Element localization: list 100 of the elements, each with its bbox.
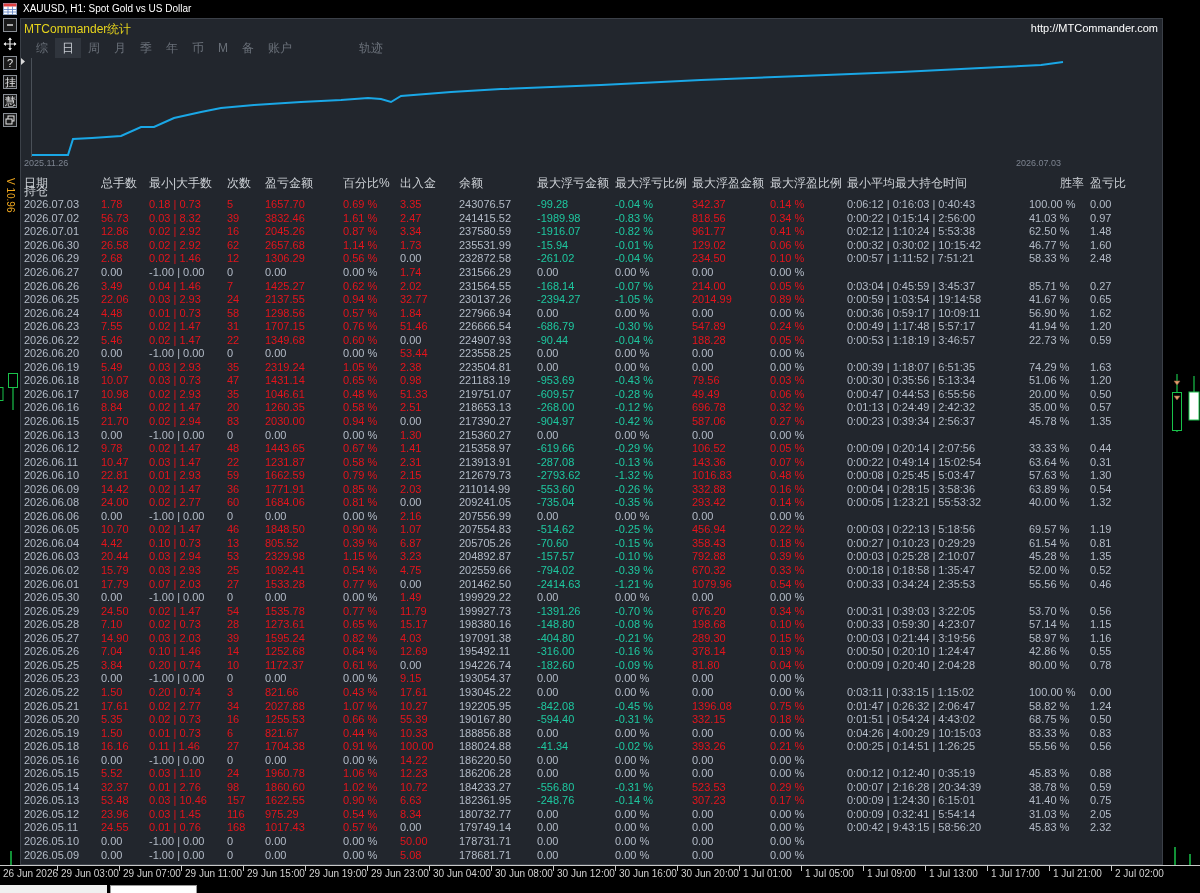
table-cell: 24.55 bbox=[101, 821, 129, 835]
table-cell: 0.44 % bbox=[343, 726, 378, 740]
table-cell: 219751.07 bbox=[459, 387, 511, 401]
table-cell: 0.00 bbox=[101, 347, 123, 361]
table-cell: 16 bbox=[227, 713, 240, 727]
table-cell: 1431.14 bbox=[265, 374, 305, 388]
window-tab[interactable] bbox=[110, 885, 197, 893]
website-link[interactable]: http://MTCommander.com bbox=[1030, 23, 1158, 34]
table-cell: 49.49 bbox=[692, 387, 720, 401]
table-cell: 0 bbox=[227, 591, 234, 605]
table-cell: 0.52 bbox=[1090, 564, 1112, 578]
table-cell: 0.31 bbox=[1090, 455, 1112, 469]
table-cell: 9.15 bbox=[400, 672, 422, 686]
table-cell: 2.03 bbox=[400, 482, 422, 496]
table-cell: -1.00 | 0.00 bbox=[149, 266, 205, 279]
tab[interactable]: 综 bbox=[29, 38, 55, 58]
tab[interactable]: 账户 bbox=[261, 38, 299, 58]
table-cell: 0:00:30 | 0:35:56 | 5:13:34 bbox=[847, 374, 976, 388]
tab[interactable]: 月 bbox=[107, 38, 133, 58]
table-cell: 0:00:42 | 9:43:15 | 58:56:20 bbox=[847, 821, 982, 835]
table-cell: 100.00 % bbox=[1029, 685, 1076, 699]
toolbar-button[interactable]: ? bbox=[3, 56, 17, 70]
table-cell: -953.69 bbox=[537, 374, 575, 388]
column-header: 盈亏比 bbox=[1090, 176, 1126, 190]
table-cell: 0.00 % bbox=[770, 753, 805, 767]
table-cell: 45.83 % bbox=[1029, 767, 1070, 781]
table-cell: 27 bbox=[227, 740, 240, 754]
minus-icon[interactable] bbox=[3, 18, 17, 32]
toolbar-button[interactable]: 挂 bbox=[3, 75, 17, 89]
tab[interactable]: 年 bbox=[159, 38, 185, 58]
table-cell: 0.00 % bbox=[343, 848, 378, 862]
table-cell: 0.03 | 2.93 bbox=[149, 360, 201, 374]
table-cell: 231564.55 bbox=[459, 279, 511, 293]
table-cell: 792.88 bbox=[692, 550, 726, 564]
table-cell: -1.00 | 0.00 bbox=[149, 347, 205, 361]
table-cell: 202559.66 bbox=[459, 564, 511, 578]
table-cell: 178731.71 bbox=[459, 834, 511, 848]
table-cell: 0.00 bbox=[101, 509, 123, 523]
table-cell: 0.19 % bbox=[770, 645, 805, 659]
restore-window-icon[interactable] bbox=[3, 113, 17, 127]
table-cell: 1.06 % bbox=[343, 767, 378, 781]
tab[interactable]: M bbox=[211, 38, 235, 58]
table-cell: 0.64 % bbox=[343, 645, 378, 659]
move-arrows-icon[interactable] bbox=[3, 37, 17, 51]
table-cell: 56.90 % bbox=[1029, 306, 1070, 320]
tab[interactable]: 币 bbox=[185, 38, 211, 58]
table-cell: 0.00 bbox=[400, 333, 422, 347]
table-cell: 1.41 bbox=[400, 442, 422, 456]
table-cell: 2026.05.29 bbox=[24, 604, 80, 618]
table-cell: 0.17 % bbox=[770, 794, 805, 808]
tab[interactable]: 日 bbox=[55, 38, 81, 58]
tab[interactable]: 备 bbox=[235, 38, 261, 58]
table-cell: 7 bbox=[227, 279, 234, 293]
table-cell: 2026.05.18 bbox=[24, 740, 80, 754]
table-cell: 28 bbox=[227, 618, 240, 632]
table-cell: 21.70 bbox=[101, 415, 129, 428]
table-cell: 2026.06.27 bbox=[24, 266, 80, 279]
table-cell: 2026.06.24 bbox=[24, 306, 80, 320]
table-cell: 1.15 bbox=[1090, 618, 1112, 632]
table-cell: 2.05 bbox=[1090, 807, 1112, 821]
table-cell: 2026.06.15 bbox=[24, 415, 80, 428]
table-cell: 33.33 % bbox=[1029, 442, 1070, 456]
table-cell: -0.12 % bbox=[615, 401, 653, 415]
table-cell: 0.03 | 2.03 bbox=[149, 631, 201, 645]
table-cell: 1.07 % bbox=[343, 699, 378, 713]
table-cell: -556.80 bbox=[537, 780, 575, 794]
table-cell: 22 bbox=[227, 455, 240, 469]
table-cell: 0.90 % bbox=[343, 523, 378, 537]
table-cell: 58.33 % bbox=[1029, 252, 1070, 266]
table-cell: 293.42 bbox=[692, 496, 726, 510]
tab[interactable]: 轨迹 bbox=[352, 38, 390, 58]
table-cell: 2026.06.29 bbox=[24, 252, 80, 266]
tab[interactable]: 季 bbox=[133, 38, 159, 58]
table-cell: 1092.41 bbox=[265, 564, 305, 578]
table-cell: 0.60 % bbox=[343, 333, 378, 347]
toolbar-button[interactable]: 慧 bbox=[3, 94, 17, 108]
table-cell: 12.86 bbox=[101, 225, 129, 239]
table-cell: 2319.24 bbox=[265, 360, 305, 374]
table-cell: 0 bbox=[227, 834, 234, 848]
table-cell: 378.14 bbox=[692, 645, 726, 659]
time-axis-label: 30 Jun 16:00 bbox=[619, 869, 677, 879]
table-cell: 0.00 % bbox=[770, 821, 805, 835]
table-cell: 59 bbox=[227, 469, 240, 483]
table-cell: 41.67 % bbox=[1029, 293, 1070, 307]
table-cell: 0.54 bbox=[1090, 482, 1112, 496]
table-cell: 194226.74 bbox=[459, 658, 511, 672]
time-axis-label: 1 Jul 09:00 bbox=[867, 869, 916, 879]
table-cell: -261.02 bbox=[537, 252, 575, 266]
table-cell: 0.00 bbox=[692, 266, 714, 279]
time-axis-label: 1 Jul 17:00 bbox=[991, 869, 1040, 879]
table-cell: 63.89 % bbox=[1029, 482, 1070, 496]
table-cell: 55.56 % bbox=[1029, 577, 1070, 591]
table-cell: 0.06 % bbox=[770, 387, 805, 401]
table-cell: 0:00:12 | 0:12:40 | 0:35:19 bbox=[847, 767, 976, 781]
tab[interactable]: 周 bbox=[81, 38, 107, 58]
table-cell: 0.00 bbox=[265, 834, 287, 848]
table-cell: -1.00 | 0.00 bbox=[149, 848, 205, 862]
table-cell: 193054.37 bbox=[459, 672, 511, 686]
table-cell: -735.04 bbox=[537, 496, 575, 510]
table-cell: 0.00 % bbox=[343, 591, 378, 605]
